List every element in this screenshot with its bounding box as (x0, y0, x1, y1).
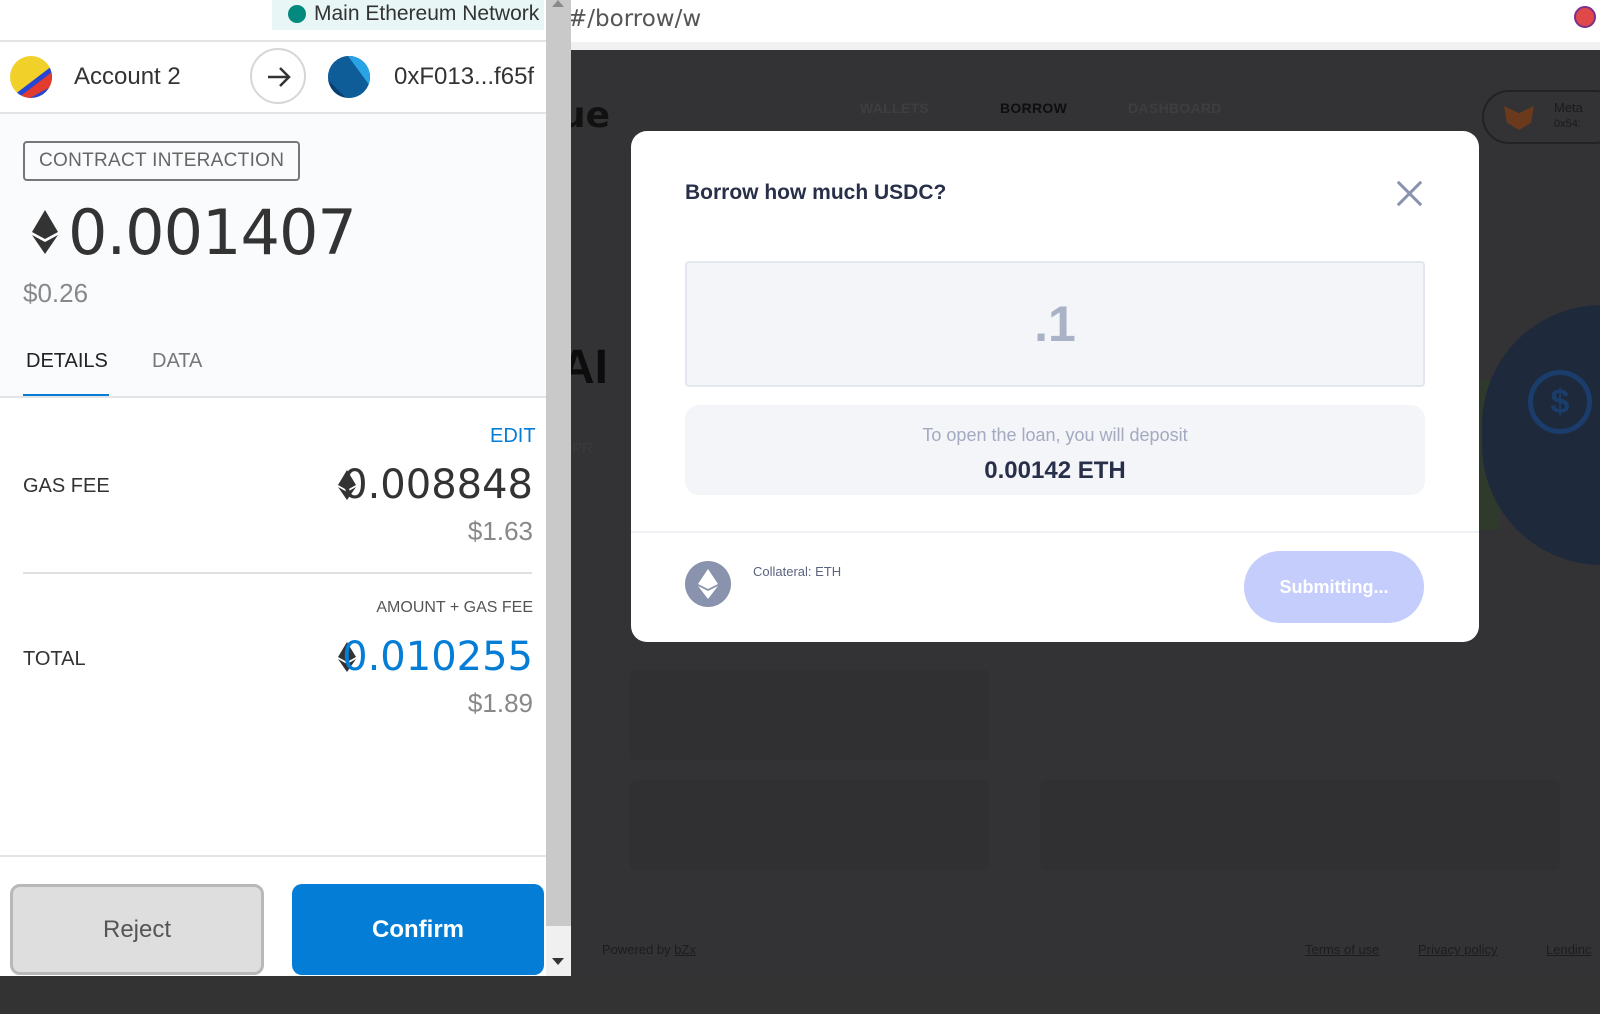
row-divider (23, 572, 532, 574)
tabs-divider (0, 396, 546, 398)
total-usd: $1.89 (467, 688, 533, 718)
metamask-popup: Main Ethereum Network Account 2 0xF013..… (0, 0, 546, 976)
footer-powered-by: Powered by bZx (602, 942, 696, 957)
deposit-info: To open the loan, you will deposit 0.001… (685, 405, 1425, 495)
deposit-label: To open the loan, you will deposit (922, 425, 1188, 445)
wallet-name: Meta (1554, 100, 1583, 115)
gas-fee-label: GAS FEE (23, 475, 110, 497)
scrollbar-track[interactable] (546, 926, 571, 976)
destination-avatar (328, 56, 370, 98)
modal-title: Borrow how much USDC? (685, 181, 947, 204)
nav-borrow[interactable]: BORROW (1000, 100, 1067, 116)
network-indicator[interactable]: Main Ethereum Network (272, 0, 544, 30)
edit-gas-link[interactable]: EDIT (490, 425, 536, 448)
borrow-amount-input[interactable]: .1 (685, 261, 1425, 387)
borrow-modal: Borrow how much USDC? .1 To open the loa… (631, 131, 1479, 642)
eth-icon (32, 210, 58, 254)
reject-button[interactable]: Reject (10, 884, 264, 975)
amount-plus-gas-label: AMOUNT + GAS FEE (376, 599, 533, 616)
close-icon[interactable] (1396, 179, 1424, 207)
scroll-up-arrow-icon[interactable] (552, 0, 564, 7)
gas-fee-usd: $1.63 (467, 516, 533, 546)
toolbar-divider (560, 42, 1600, 50)
network-label: Main Ethereum Network (314, 2, 540, 25)
wallet-button[interactable]: Meta 0x54: (1482, 90, 1600, 144)
collateral-label: Collateral: ETH (753, 564, 842, 579)
modal-divider (631, 531, 1479, 533)
taskbar-strip (0, 976, 1600, 1014)
background-card (630, 670, 990, 760)
arrow-right-icon (250, 48, 306, 104)
terms-link[interactable]: Terms of use (1305, 942, 1379, 957)
eth-collateral-icon (685, 561, 731, 607)
contract-interaction-badge: CONTRACT INTERACTION (23, 141, 301, 181)
background-card (1040, 780, 1560, 870)
tab-data[interactable]: DATA (152, 350, 202, 373)
privacy-link[interactable]: Privacy policy (1418, 942, 1497, 957)
total-label: TOTAL (23, 648, 86, 670)
transaction-summary: CONTRACT INTERACTION 0.001407 $0.26 DETA… (0, 112, 546, 398)
amount-usd: $0.26 (23, 278, 89, 308)
confirm-button[interactable]: Confirm (292, 884, 544, 975)
network-status-dot (288, 5, 306, 23)
metamask-fox-icon (1504, 106, 1534, 130)
scroll-down-arrow-icon[interactable] (552, 958, 564, 965)
nav-dashboard[interactable]: DASHBOARD (1128, 100, 1222, 116)
bzx-link[interactable]: bZx (674, 942, 696, 957)
url-text[interactable]: #/borrow/w (568, 6, 701, 32)
powered-by-text: Powered by (602, 942, 671, 957)
lending-link[interactable]: Lendinc (1546, 942, 1592, 957)
header-divider (0, 40, 546, 42)
from-account-name: Account 2 (74, 63, 181, 90)
wallet-address: 0x54: (1554, 118, 1581, 130)
extension-icon[interactable] (1574, 6, 1596, 28)
total-eth: 0.010255 (342, 634, 533, 680)
destination-address: 0xF013...f65f (394, 63, 535, 90)
submit-button[interactable]: Submitting... (1244, 551, 1424, 623)
scrollbar[interactable] (546, 0, 571, 976)
usdc-coin-icon: $ (1528, 370, 1592, 434)
amount-eth: 0.001407 (68, 196, 357, 269)
account-avatar (10, 56, 52, 98)
background-card (630, 780, 990, 870)
gas-fee-eth: 0.008848 (342, 462, 533, 508)
footer-divider (0, 855, 546, 857)
browser-url-bar[interactable]: #/borrow/w (560, 0, 1600, 42)
deposit-value: 0.00142 ETH (984, 457, 1126, 484)
nav-wallets[interactable]: WALLETS (860, 100, 929, 116)
tab-details[interactable]: DETAILS (26, 350, 108, 373)
